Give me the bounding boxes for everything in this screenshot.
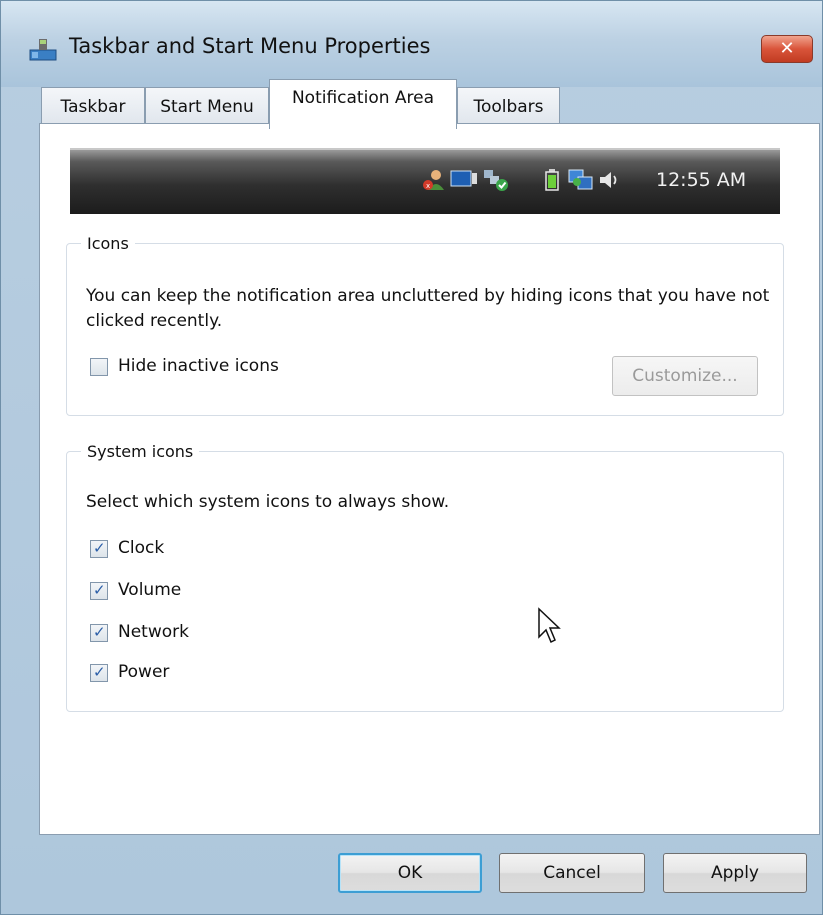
volume-label[interactable]: Volume (118, 580, 181, 600)
properties-window: Taskbar and Start Menu Properties ✕ Task… (0, 0, 823, 915)
tray-clock: 12:55 AM (656, 169, 747, 191)
power-label[interactable]: Power (118, 662, 169, 682)
svg-text:x: x (426, 182, 430, 190)
window-title: Taskbar and Start Menu Properties (69, 34, 431, 58)
system-icons-description: Select which system icons to always show… (86, 492, 450, 512)
hide-inactive-label[interactable]: Hide inactive icons (118, 356, 279, 376)
tab-label: Taskbar (60, 97, 126, 117)
user-alert-icon: x (423, 170, 444, 190)
icons-description: You can keep the notification area unclu… (86, 286, 770, 331)
taskbar-preview: x 12:55 AM (70, 148, 780, 214)
ok-label: OK (397, 863, 423, 883)
cancel-button[interactable]: Cancel (499, 853, 645, 893)
tab-taskbar[interactable]: Taskbar (41, 87, 145, 127)
network-checkbox[interactable] (90, 623, 108, 642)
close-button[interactable]: ✕ (761, 35, 813, 63)
system-icons-legend: System icons (87, 442, 194, 461)
customize-label: Customize... (632, 366, 738, 386)
battery-icon (545, 169, 559, 191)
tab-label: Notification Area (291, 88, 435, 108)
ok-button[interactable]: OK (338, 853, 482, 893)
taskbar-app-icon (29, 39, 57, 61)
network-check-icon (484, 170, 508, 191)
apply-button[interactable]: Apply (663, 853, 807, 893)
network-icon (568, 169, 593, 190)
tab-label: Start Menu (160, 97, 254, 117)
system-icons-group: System icons (66, 442, 784, 712)
clock-label[interactable]: Clock (118, 538, 164, 558)
hide-inactive-checkbox[interactable] (90, 358, 108, 376)
cancel-label: Cancel (543, 863, 601, 883)
tab-notification-area[interactable]: Notification Area (269, 79, 457, 129)
icons-group-legend: Icons (87, 234, 129, 253)
notification-area-panel: x 12:55 AM Icons You can keep the notifi… (39, 123, 820, 835)
power-checkbox[interactable] (90, 663, 108, 682)
mouse-cursor-icon (538, 607, 561, 644)
tab-start-menu[interactable]: Start Menu (145, 87, 269, 127)
monitor-icon (450, 170, 477, 187)
network-label[interactable]: Network (118, 622, 189, 642)
apply-label: Apply (711, 863, 759, 883)
clock-checkbox[interactable] (90, 539, 108, 558)
tab-toolbars[interactable]: Toolbars (457, 87, 560, 127)
title-bar[interactable]: Taskbar and Start Menu Properties ✕ (1, 1, 822, 87)
tab-label: Toolbars (473, 97, 544, 117)
volume-icon (600, 172, 617, 188)
customize-button[interactable]: Customize... (612, 356, 758, 396)
close-icon: ✕ (779, 38, 795, 59)
volume-checkbox[interactable] (90, 581, 108, 600)
